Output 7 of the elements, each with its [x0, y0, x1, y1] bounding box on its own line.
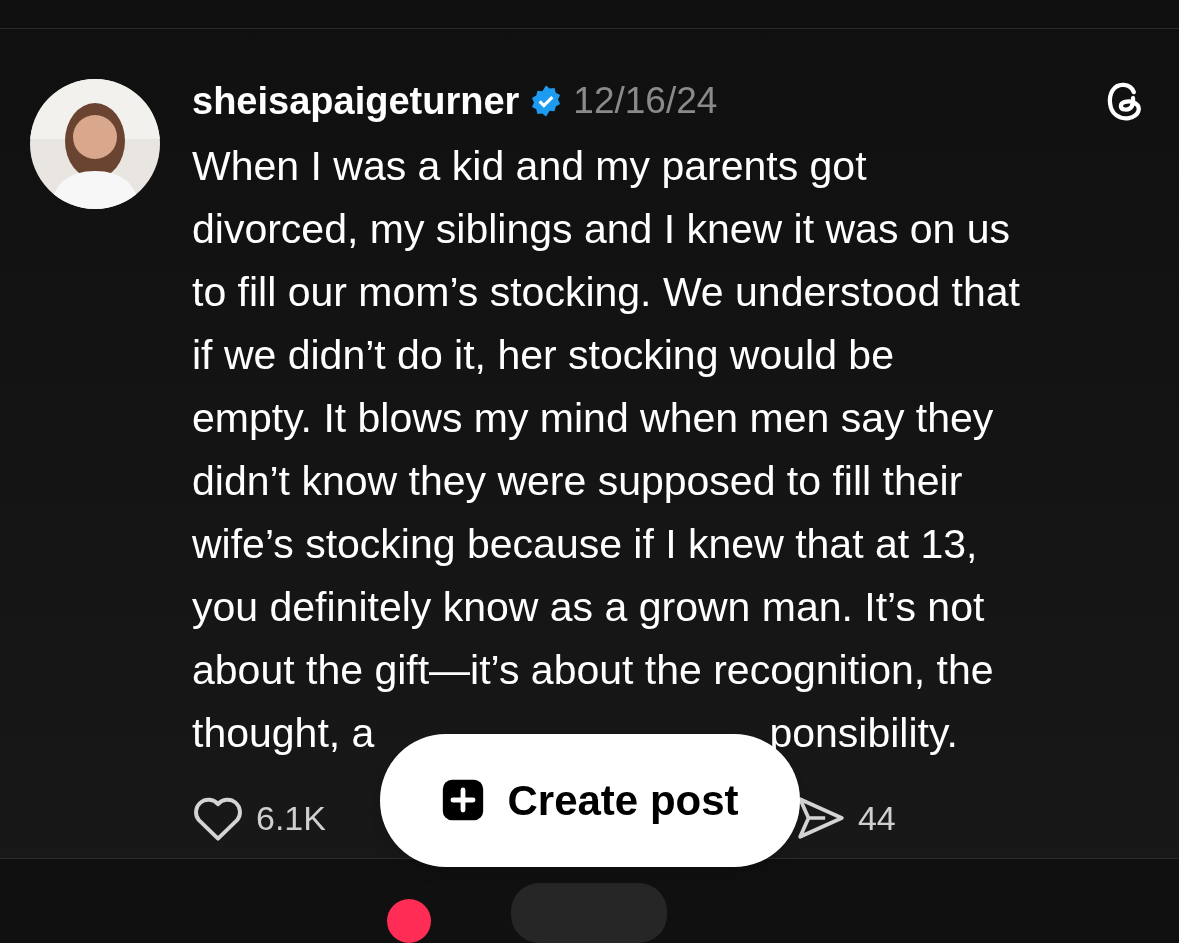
username[interactable]: sheisapaigeturner [192, 81, 520, 120]
send-icon[interactable] [795, 795, 846, 842]
plus-icon [441, 778, 486, 823]
post-date: 12/16/24 [573, 82, 718, 120]
post-text-fragment: thought, a [192, 708, 375, 758]
action-count: 44 [857, 797, 896, 839]
action-count: 6.1K [256, 797, 326, 839]
